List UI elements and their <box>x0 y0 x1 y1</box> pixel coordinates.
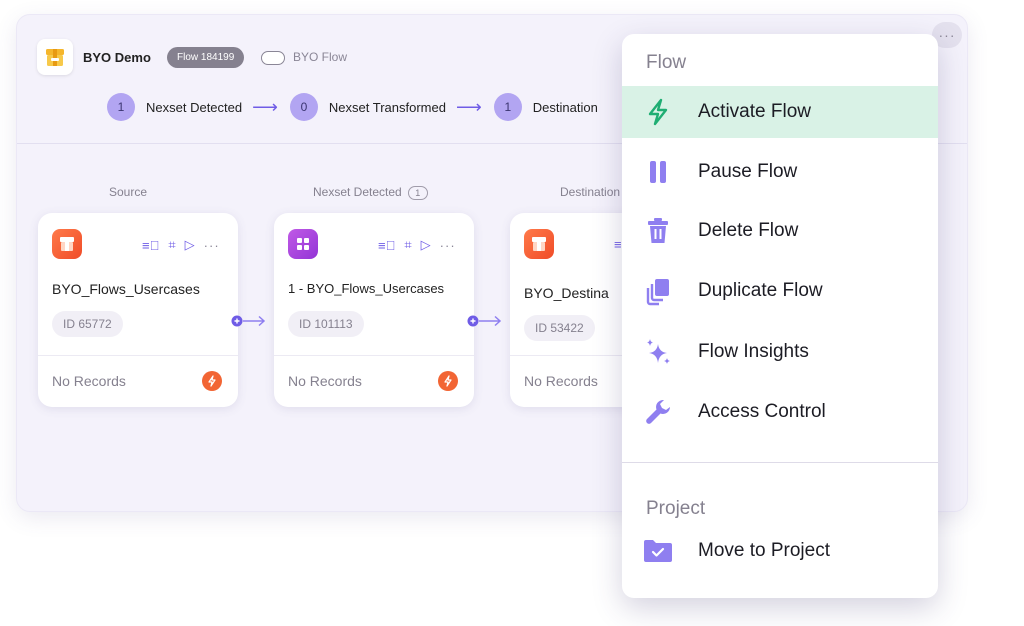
menu-divider <box>622 462 938 463</box>
step-label-destination: Destination <box>532 99 598 115</box>
card-name: BYO_Destina <box>524 285 609 301</box>
arrow-right-icon: ⟶ <box>252 96 278 117</box>
menu-item-activate-flow[interactable]: Activate Flow <box>622 86 938 138</box>
menu-item-label: Access Control <box>698 401 826 422</box>
card-name: 1 - BYO_Flows_Usercases <box>288 281 445 296</box>
column-label-source: Source <box>109 185 148 199</box>
nexset-count-badge: 1 <box>407 185 428 200</box>
menu-section-project: Project <box>646 498 706 519</box>
menu-section-flow: Flow <box>646 52 687 73</box>
menu-item-move-to-project[interactable]: Move to Project <box>622 525 938 577</box>
card-status: No Records <box>288 373 362 389</box>
menu-item-label: Move to Project <box>698 540 830 561</box>
more-icon[interactable]: ··· <box>440 238 456 253</box>
project-name: BYO Demo <box>83 50 151 65</box>
duplicate-icon <box>642 275 674 307</box>
flow-card-source[interactable]: ≡⃞ ⌗ ▷ ··· BYO_Flows_Usercases ID 65772 … <box>38 213 238 407</box>
menu-item-delete-flow[interactable]: Delete Flow <box>622 205 938 257</box>
pause-icon <box>642 156 674 188</box>
crop-icon[interactable]: ⌗ <box>404 237 411 253</box>
nexset-icon <box>288 229 318 259</box>
destination-icon <box>524 229 554 259</box>
folder-check-icon <box>642 535 674 567</box>
menu-item-pause-flow[interactable]: Pause Flow <box>622 146 938 198</box>
card-divider <box>38 355 238 356</box>
more-icon[interactable]: ··· <box>204 238 220 253</box>
flow-steps: 1 Nexset Detected ⟶ 0 Nexset Transformed… <box>107 93 598 121</box>
package-icon <box>46 49 64 66</box>
menu-item-flow-insights[interactable]: Flow Insights <box>622 326 938 378</box>
step-count-nexset-transformed: 0 <box>289 93 318 121</box>
flow-id-badge: Flow 184199 <box>167 47 245 68</box>
menu-item-duplicate-flow[interactable]: Duplicate Flow <box>622 265 938 317</box>
flow-context-menu: Flow Activate Flow Pause Flow Delete Flo… <box>622 34 938 598</box>
column-label-nexset: Nexset Detected 1 <box>313 185 428 200</box>
connector-arrow-icon <box>467 315 502 327</box>
step-label-nexset-transformed: Nexset Transformed <box>328 99 446 115</box>
menu-item-label: Delete Flow <box>698 220 799 241</box>
source-icon <box>52 229 82 259</box>
lightning-icon[interactable] <box>202 371 222 391</box>
card-status: No Records <box>52 373 126 389</box>
menu-item-label: Pause Flow <box>698 161 798 182</box>
sparkle-icon <box>642 336 674 368</box>
card-id-badge: ID 53422 <box>524 315 595 341</box>
byo-flow-toggle[interactable] <box>261 51 285 65</box>
menu-item-label: Flow Insights <box>698 341 809 362</box>
send-icon[interactable]: ▷ <box>185 237 195 253</box>
list-icon[interactable]: ≡⃞ <box>142 238 159 253</box>
column-label-nexset-text: Nexset Detected <box>313 185 402 199</box>
lightning-icon[interactable] <box>438 371 458 391</box>
wrench-icon <box>642 396 674 428</box>
step-count-nexset-detected: 1 <box>107 93 135 121</box>
step-count-destination: 1 <box>493 93 522 121</box>
card-status: No Records <box>524 373 598 389</box>
trash-icon <box>642 215 674 247</box>
connector-arrow-icon <box>231 315 266 327</box>
crop-icon[interactable]: ⌗ <box>168 237 175 253</box>
arrow-right-icon: ⟶ <box>455 96 482 117</box>
flow-card-nexset[interactable]: ≡⃞ ⌗ ▷ ··· 1 - BYO_Flows_Usercases ID 10… <box>274 213 474 407</box>
column-label-destination: Destination <box>560 185 621 199</box>
card-divider <box>274 355 474 356</box>
card-id-badge: ID 101113 <box>288 311 364 337</box>
byo-flow-toggle-label: BYO Flow <box>293 50 348 64</box>
send-icon[interactable]: ▷ <box>421 237 431 253</box>
card-actions: ≡⃞ ⌗ ▷ ··· <box>142 237 220 253</box>
menu-item-label: Activate Flow <box>698 101 811 122</box>
card-name: BYO_Flows_Usercases <box>52 281 200 297</box>
menu-item-access-control[interactable]: Access Control <box>622 386 938 438</box>
project-logo <box>37 39 73 75</box>
step-label-nexset-detected: Nexset Detected <box>146 99 243 115</box>
menu-item-label: Duplicate Flow <box>698 280 823 301</box>
card-actions: ≡⃞ ⌗ ▷ ··· <box>378 237 456 253</box>
list-icon[interactable]: ≡⃞ <box>378 238 395 253</box>
card-id-badge: ID 65772 <box>52 311 123 337</box>
lightning-icon <box>642 96 674 128</box>
